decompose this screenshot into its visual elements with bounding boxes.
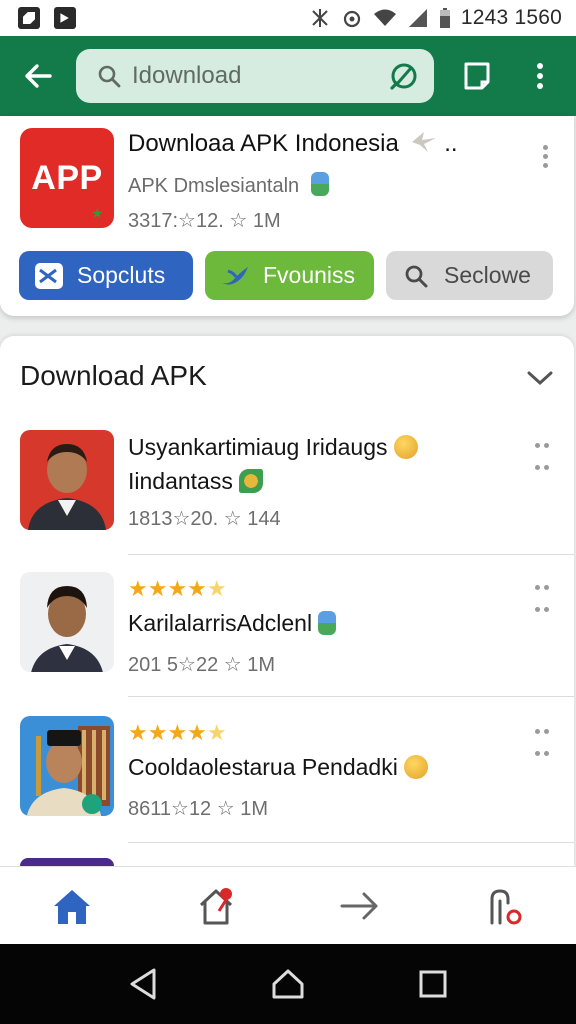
featured-app-title-text: Downloaa APK Indonesia: [128, 130, 399, 157]
featured-app-meta: 3317:☆12. ☆ 1M: [128, 210, 281, 232]
list-item-title: Cooldaolestarua Pendadki: [128, 754, 428, 781]
search-input[interactable]: Idownload: [132, 62, 386, 90]
section-title: Download APK: [20, 360, 207, 391]
alarm-icon: [343, 10, 361, 28]
divider: [128, 842, 574, 843]
shuffle-icon: [33, 260, 65, 292]
featured-app-menu-icon[interactable]: [532, 136, 558, 176]
featured-app-subtitle: APK Dmslesiantaln: [128, 172, 329, 198]
chip-fvouniss-label: Fvouniss: [263, 262, 356, 288]
list-item[interactable]: ★★★★★ Cooldaolestarua Pendadki 8611☆12 ☆…: [0, 716, 574, 856]
system-home-button[interactable]: [258, 954, 318, 1014]
system-back-button[interactable]: [113, 954, 173, 1014]
notification-icon: [18, 7, 40, 29]
tabs-button[interactable]: [450, 48, 506, 104]
wifi-icon: [373, 9, 396, 26]
forward-icon: [340, 892, 378, 919]
app-logo-text: APP: [31, 158, 103, 197]
more-options-button[interactable]: [512, 48, 568, 104]
half-star-icon: ★: [206, 576, 227, 601]
rating-stars-full: ★★★★: [128, 720, 207, 745]
list-item-title-2-text: Iindantass: [128, 468, 233, 494]
list-item-title-text: Usyankartimiaug Iridaugs: [128, 434, 388, 460]
bottom-navigation: [0, 866, 576, 944]
list-item-meta: 1813☆20. ☆ 144: [128, 508, 281, 530]
status-bar: 1243 1560: [0, 0, 576, 36]
leaf-emoji-icon: [238, 469, 263, 493]
recents-square-icon: [419, 970, 447, 998]
list-item[interactable]: Usyankartimiaug Iridaugs Iindantass 1813…: [0, 430, 574, 570]
list-item-meta: 201 5☆22 ☆ 1M: [128, 654, 276, 676]
account-icon: [490, 888, 522, 924]
featured-app-title: Downloaa APK Indonesia ..: [128, 130, 458, 157]
list-item-title-2: Iindantass: [128, 468, 263, 495]
nav-home[interactable]: [0, 867, 144, 944]
app-bar: Idownload: [0, 36, 576, 116]
system-recents-button[interactable]: [403, 954, 463, 1014]
featured-app-subtitle-text: APK Dmslesiantaln: [128, 175, 300, 197]
back-button[interactable]: [8, 46, 68, 106]
battery-icon: [439, 8, 450, 28]
media-notification-icon: [54, 7, 76, 29]
list-item-meta: 8611☆12 ☆ 1M: [128, 798, 269, 820]
list-item-title: KarilalarrisAdclenl: [128, 610, 337, 637]
featured-app-card[interactable]: APP ★ Downloaa APK Indonesia .. APK Dmsl…: [0, 116, 574, 316]
list-item-menu-icon[interactable]: [532, 578, 552, 618]
nav-forward[interactable]: [288, 867, 432, 944]
chip-sopcluts[interactable]: Sopcluts: [19, 251, 193, 300]
half-star-icon: ★: [206, 720, 227, 745]
nav-updates[interactable]: [144, 867, 288, 944]
rating-stars: ★★★★★: [128, 720, 227, 746]
more-vert-icon: [537, 63, 543, 89]
tabs-icon: [464, 62, 490, 90]
back-triangle-icon: [130, 968, 156, 1000]
star-burst-icon: [411, 132, 436, 152]
list-item-menu-icon[interactable]: [532, 722, 552, 762]
list-item-title-text: Cooldaolestarua Pendadki: [128, 754, 398, 780]
smirk-emoji-icon: [403, 755, 428, 779]
rating-stars: ★★★★★: [128, 576, 227, 602]
app-thumbnail: [20, 716, 114, 816]
nav-account[interactable]: [432, 867, 576, 944]
chip-seclowe-label: Seclowe: [444, 262, 531, 288]
bottle-emoji-icon: [310, 172, 329, 196]
app-thumbnail: [20, 430, 114, 530]
divider: [128, 696, 574, 697]
list-item[interactable]: ★★★★★ KarilalarrisAdclenl 201 5☆22 ☆ 1M: [0, 572, 574, 712]
app-logo: APP ★: [20, 128, 114, 228]
home-icon: [54, 889, 90, 924]
chip-seclowe[interactable]: Seclowe: [386, 251, 553, 300]
app-thumbnail: [20, 572, 114, 672]
signal-icon: [408, 9, 427, 27]
download-apk-section: Download APK Usyankartimiaug Iridaugs Ii…: [0, 336, 574, 866]
divider: [128, 554, 574, 555]
search-bar[interactable]: Idownload: [76, 49, 434, 103]
search-icon: [400, 260, 432, 292]
chip-fvouniss[interactable]: Fvouniss: [205, 251, 374, 300]
arrow-left-icon: [25, 64, 52, 88]
home-house-icon: [272, 969, 304, 999]
system-navigation-bar: [0, 944, 576, 1024]
list-item-menu-icon[interactable]: [532, 436, 552, 476]
app-thumbnail-partial: [20, 858, 114, 866]
updates-icon: [199, 887, 233, 924]
list-item-title: Usyankartimiaug Iridaugs: [128, 434, 418, 461]
search-icon: [94, 61, 124, 91]
rating-stars-full: ★★★★: [128, 576, 207, 601]
bird-icon: [219, 260, 251, 292]
status-time: 1243 1560: [460, 6, 562, 29]
chevron-down-icon[interactable]: [522, 360, 558, 396]
chip-sopcluts-label: Sopcluts: [77, 262, 166, 288]
star-badge-icon: ★: [90, 205, 104, 221]
list-item-title-text: KarilalarrisAdclenl: [128, 610, 313, 636]
bottle-emoji-icon: [318, 611, 337, 635]
voice-search-icon[interactable]: [386, 58, 422, 94]
bluetooth-off-icon: [312, 9, 328, 27]
smirk-emoji-icon: [393, 435, 418, 459]
